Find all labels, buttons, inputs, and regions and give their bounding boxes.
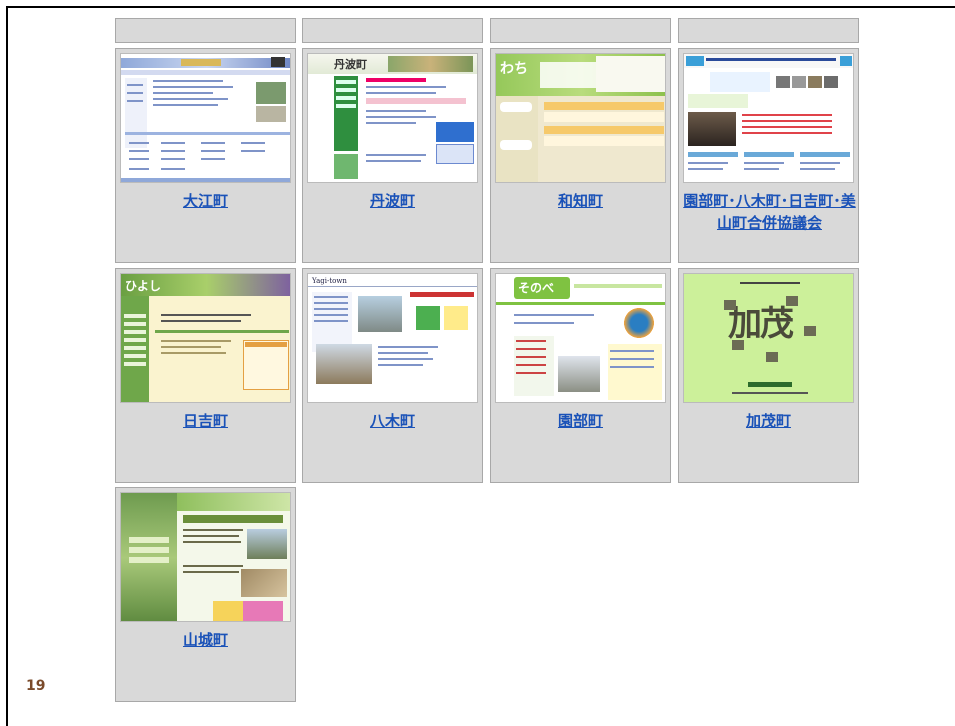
hiyoshi-logo: ひよし	[125, 279, 162, 293]
partial-card-2	[302, 18, 483, 43]
partial-card-1	[115, 18, 296, 43]
thumbnail-tanba[interactable]: 丹波町	[307, 53, 478, 183]
card-tanba[interactable]: 丹波町 丹波町	[302, 48, 483, 263]
partial-card-3	[490, 18, 671, 43]
link-wachi[interactable]: 和知町	[491, 191, 670, 212]
thumbnail-wachi[interactable]: わち	[495, 53, 666, 183]
link-gappei[interactable]: 園部町･八木町･日吉町･美山町合併協議会	[682, 190, 857, 234]
card-yagi[interactable]: Yagi-town 八木町	[302, 268, 483, 483]
card-gappei[interactable]: 園部町･八木町･日吉町･美山町合併協議会	[678, 48, 859, 263]
partial-card-4	[678, 18, 859, 43]
link-ooe[interactable]: 大江町	[116, 191, 295, 212]
card-ooe[interactable]: 大江町	[115, 48, 296, 263]
link-sonobe[interactable]: 園部町	[491, 411, 670, 432]
kamo-logo: 加茂	[728, 304, 794, 344]
link-yamashiro[interactable]: 山城町	[116, 630, 295, 651]
link-hiyoshi[interactable]: 日吉町	[116, 411, 295, 432]
card-wachi[interactable]: わち 和知町	[490, 48, 671, 263]
slide-number: 19	[26, 678, 46, 694]
thumbnail-gappei[interactable]	[683, 53, 854, 183]
thumbnail-yamashiro[interactable]	[120, 492, 291, 622]
link-tanba[interactable]: 丹波町	[303, 191, 482, 212]
thumbnail-ooe[interactable]	[120, 53, 291, 183]
municipal-site-grid: 大江町 丹波町 丹波町 わち 和知町 園部町･八木町･日吉町･美山町合併協議会 …	[0, 0, 955, 720]
link-kamo[interactable]: 加茂町	[679, 411, 858, 432]
sonobe-logo: そのべ	[518, 281, 555, 295]
yagi-logo: Yagi-town	[312, 277, 347, 285]
tanba-logo: 丹波町	[334, 58, 367, 71]
card-hiyoshi[interactable]: ひよし 日吉町	[115, 268, 296, 483]
card-sonobe[interactable]: そのべ 園部町	[490, 268, 671, 483]
thumbnail-kamo[interactable]: 加茂	[683, 273, 854, 403]
thumbnail-hiyoshi[interactable]: ひよし	[120, 273, 291, 403]
card-kamo[interactable]: 加茂 加茂町	[678, 268, 859, 483]
link-yagi[interactable]: 八木町	[303, 411, 482, 432]
thumbnail-sonobe[interactable]: そのべ	[495, 273, 666, 403]
thumbnail-yagi[interactable]: Yagi-town	[307, 273, 478, 403]
card-yamashiro[interactable]: 山城町	[115, 487, 296, 702]
wachi-logo: わち	[500, 61, 528, 77]
